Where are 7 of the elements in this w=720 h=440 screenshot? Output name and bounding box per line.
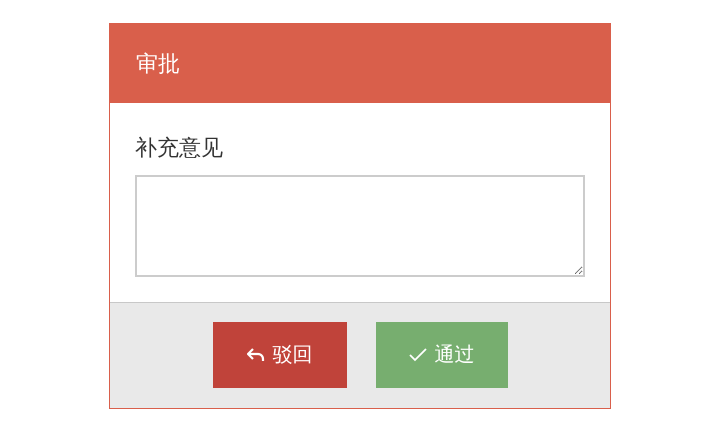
approve-button[interactable]: 通过 xyxy=(376,322,508,388)
check-icon xyxy=(408,348,426,362)
undo-arrow-icon xyxy=(246,348,264,362)
comment-field[interactable] xyxy=(135,175,585,277)
field-label: 补充意见 xyxy=(135,135,224,163)
reject-button[interactable]: 驳回 xyxy=(212,322,346,388)
dialog-title: 审批 xyxy=(136,50,180,78)
